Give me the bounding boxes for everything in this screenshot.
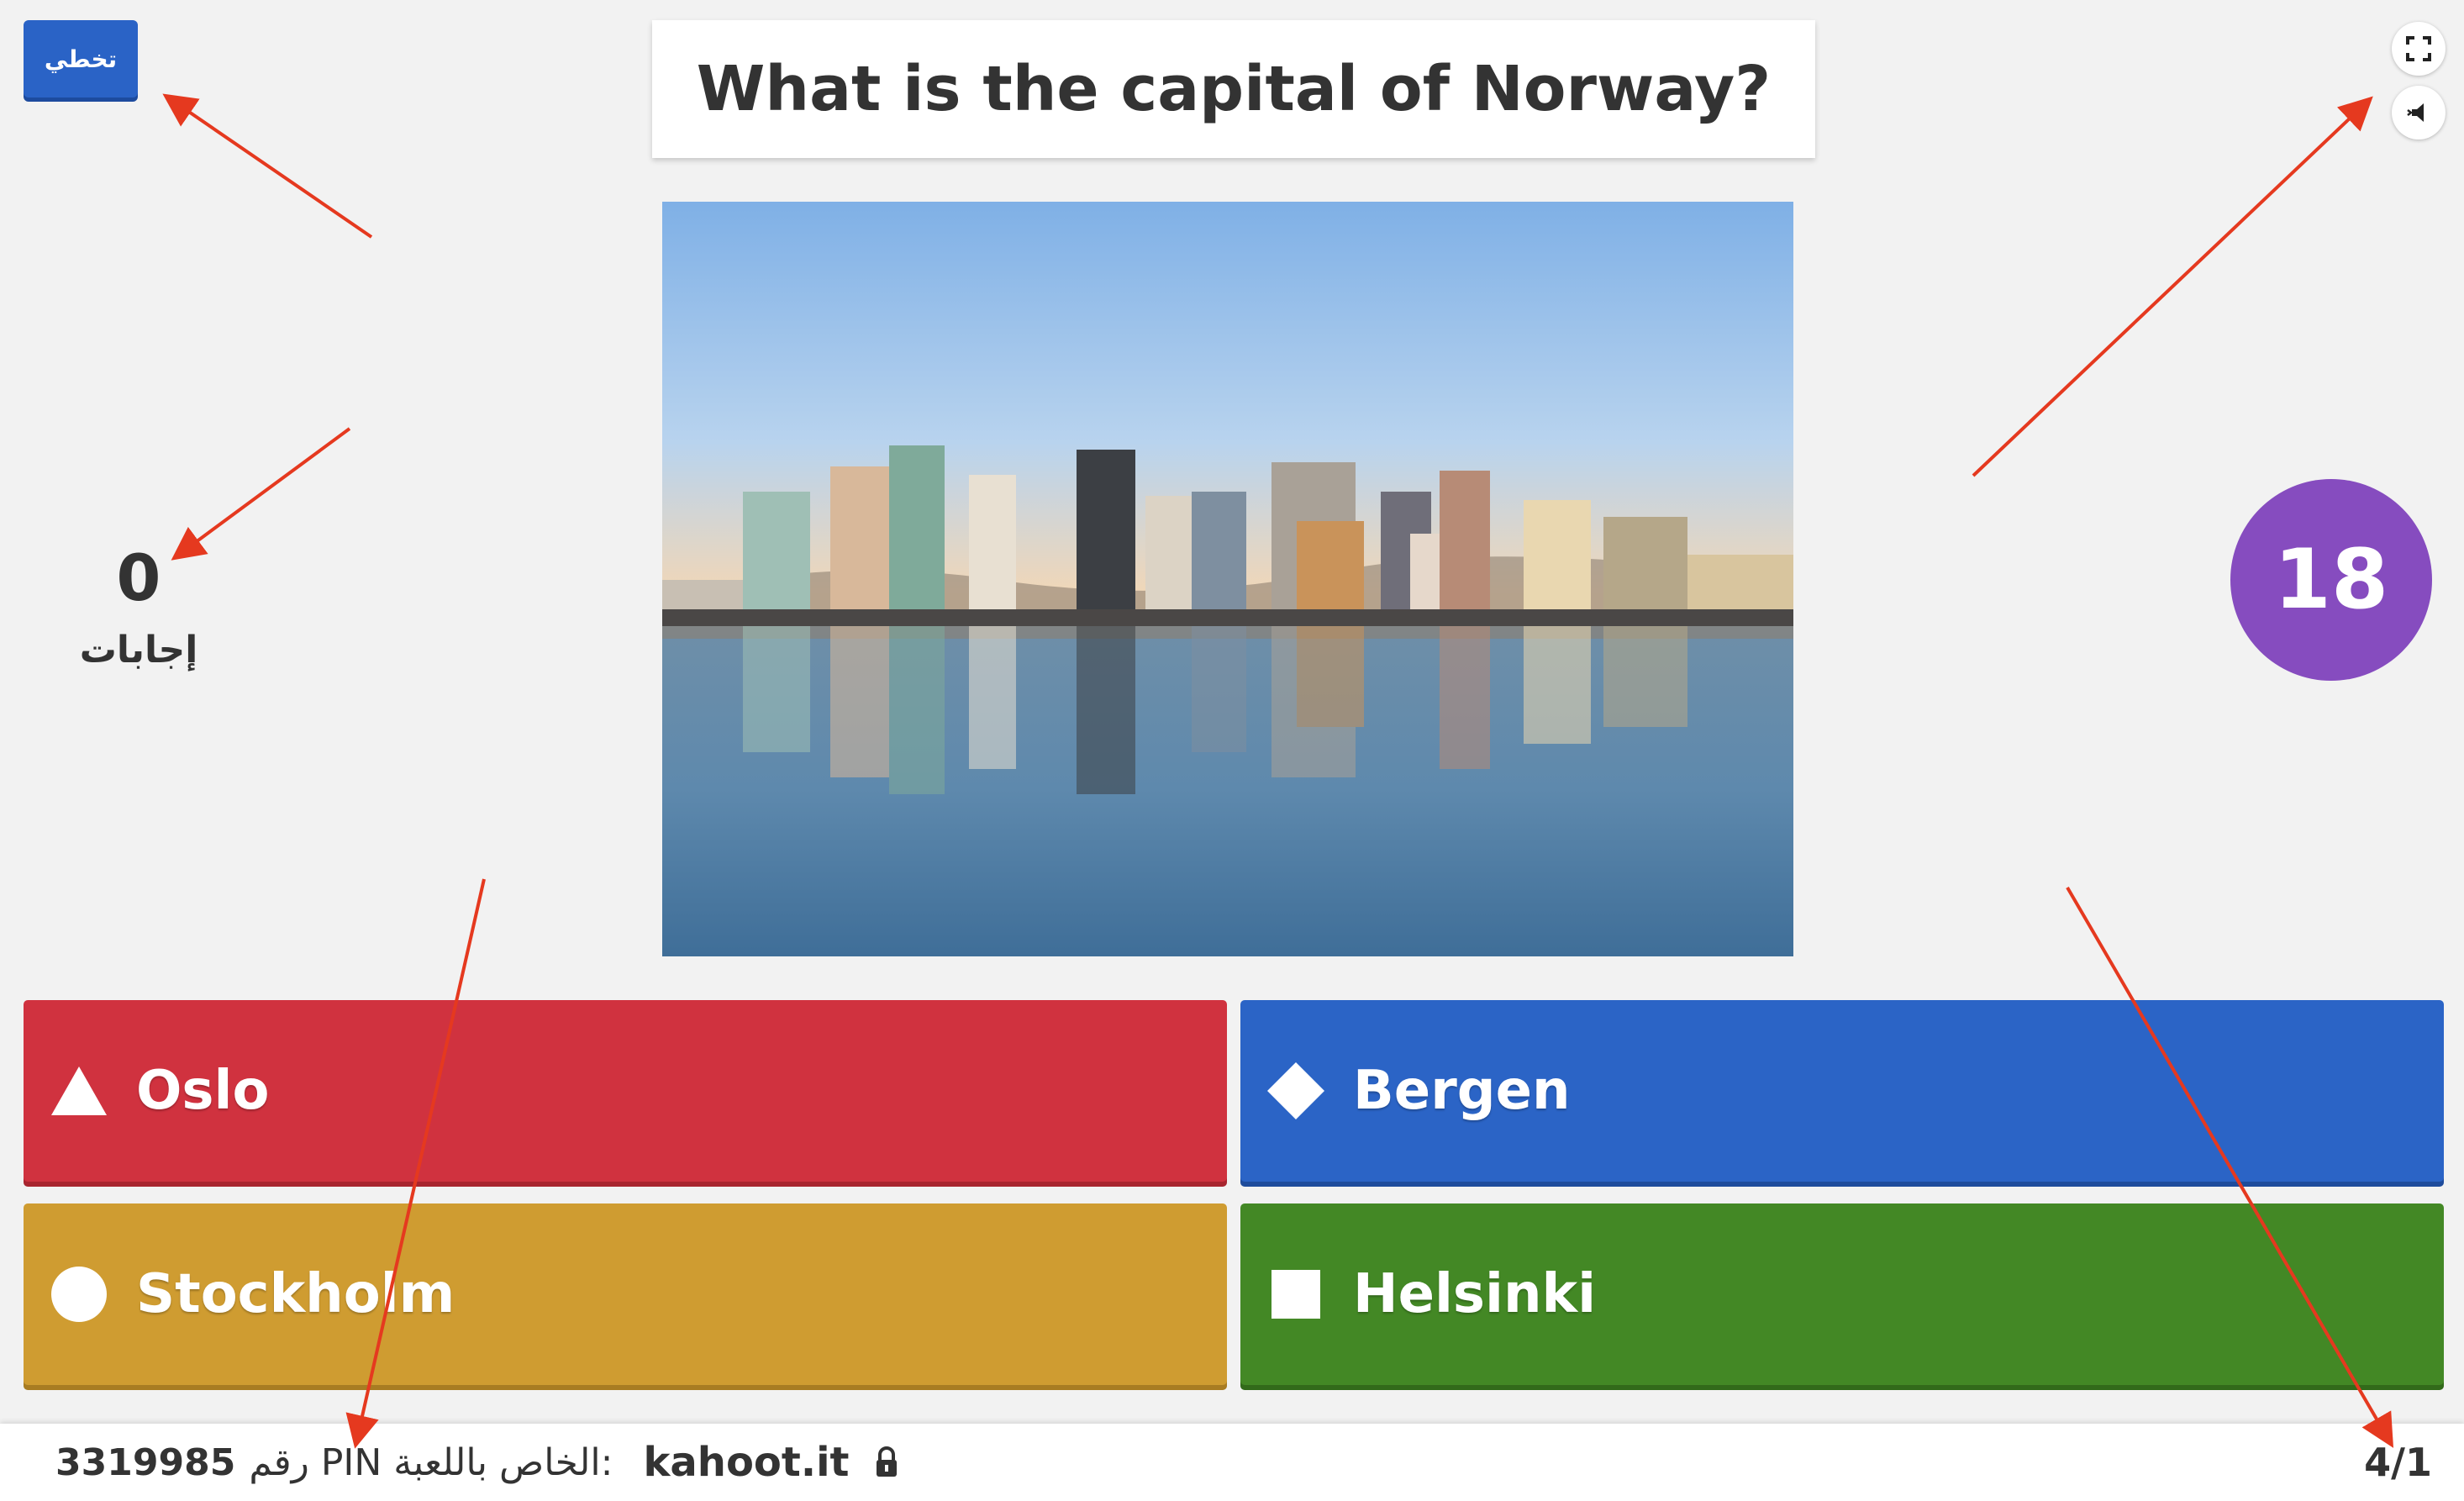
diamond-icon <box>1266 1061 1326 1121</box>
site-name: kahoot.it <box>643 1439 850 1486</box>
answers-counter: 0 إجابات <box>50 546 227 672</box>
question-box: What is the capital of Norway? <box>652 20 1815 158</box>
annotation-arrow <box>1972 96 2373 477</box>
answer-label: Bergen <box>1353 1060 1571 1122</box>
question-image <box>662 202 1793 956</box>
sound-icon <box>2407 103 2424 122</box>
answer-label: Stockholm <box>136 1263 455 1325</box>
city-skyline-image <box>662 202 1793 956</box>
game-pin-label: رقم PIN الخاص باللعبة: <box>249 1440 613 1484</box>
footer-bar: 3319985 رقم PIN الخاص باللعبة: kahoot.it… <box>0 1424 2464 1501</box>
answer-button-green[interactable]: Helsinki <box>1240 1203 2444 1385</box>
square-icon <box>1266 1264 1326 1325</box>
game-pin-group: 3319985 رقم PIN الخاص باللعبة: kahoot.it <box>55 1424 899 1501</box>
fullscreen-icon <box>2406 36 2431 61</box>
answers-count-label: إجابات <box>79 629 198 672</box>
answer-button-red[interactable]: Oslo <box>24 1000 1227 1182</box>
answer-button-blue[interactable]: Bergen <box>1240 1000 2444 1182</box>
game-pin-value: 3319985 <box>55 1440 236 1484</box>
question-text: What is the capital of Norway? <box>696 53 1772 125</box>
skip-button[interactable]: تخطي <box>24 20 138 97</box>
countdown-timer: 18 <box>2230 479 2432 681</box>
answer-button-yellow[interactable]: Stockholm <box>24 1203 1227 1385</box>
fullscreen-button[interactable] <box>2392 22 2446 76</box>
question-progress: 4/1 <box>2364 1440 2432 1485</box>
circle-icon <box>49 1264 109 1325</box>
answer-label: Oslo <box>136 1060 270 1122</box>
answer-label: Helsinki <box>1353 1263 1596 1325</box>
triangle-icon <box>49 1061 109 1121</box>
sound-button[interactable] <box>2392 86 2446 140</box>
lock-icon <box>877 1446 898 1477</box>
annotation-arrow <box>171 427 351 561</box>
annotation-arrow <box>162 93 373 239</box>
answers-count-value: 0 <box>116 540 161 615</box>
